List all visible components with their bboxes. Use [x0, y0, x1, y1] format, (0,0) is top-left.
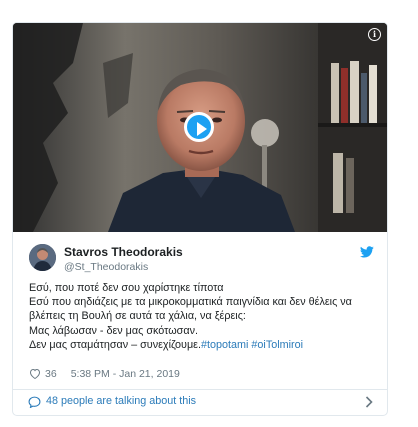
conversation-link[interactable]: 48 people are talking about this [13, 390, 387, 415]
play-triangle [197, 122, 207, 136]
twitter-bird-icon[interactable] [360, 246, 374, 258]
comment-bubble-icon [28, 396, 41, 408]
tweet-line: βλέπεις τη Βουλή σε αυτά τα χάλια, να ξέ… [29, 310, 246, 323]
tweet-line-last: Δεν μας σταμάτησαν – συνεχίζουμε.#topota… [29, 338, 379, 352]
tweet-header: Stavros Theodorakis @St_Theodorakis [29, 244, 374, 278]
author-handle[interactable]: @St_Theodorakis [64, 261, 148, 273]
like-count[interactable]: 36 [45, 368, 57, 380]
hashtag-link-topotami[interactable]: #topotami [201, 339, 248, 351]
hashtag-link-oitolmiroi[interactable]: #oiTolmiroi [251, 339, 303, 351]
info-icon[interactable]: i [368, 28, 381, 41]
embedded-tweet-card: i Stavros Theodorakis @St_Theodorakis Εσ… [12, 22, 388, 416]
avatar[interactable] [29, 244, 56, 271]
tweet-line: Εσύ, που ποτέ δεν σου χαρίστηκε τίποτα [29, 282, 224, 294]
heart-icon[interactable] [29, 368, 41, 379]
author-name[interactable]: Stavros Theodorakis [64, 245, 183, 259]
tweet-meta: 36 5:38 PM - Jan 21, 2019 [29, 368, 180, 382]
tweet-line: Μας λάβωσαν - δεν μας σκότωσαν. [29, 324, 198, 337]
tweet-text: Εσύ, που ποτέ δεν σου χαρίστηκε τίποτα Ε… [29, 281, 379, 352]
conversation-label: 48 people are talking about this [46, 395, 197, 407]
timestamp[interactable]: 5:38 PM - Jan 21, 2019 [71, 368, 180, 380]
chevron-right-icon [365, 396, 373, 408]
tweet-line-text: Δεν μας σταμάτησαν – συνεχίζουμε. [29, 338, 201, 351]
play-icon[interactable] [184, 112, 214, 142]
tweet-line: Εσύ που αηδιάζεις με τα μικροκομματικά π… [29, 296, 352, 309]
video-thumbnail[interactable]: i [13, 23, 387, 232]
